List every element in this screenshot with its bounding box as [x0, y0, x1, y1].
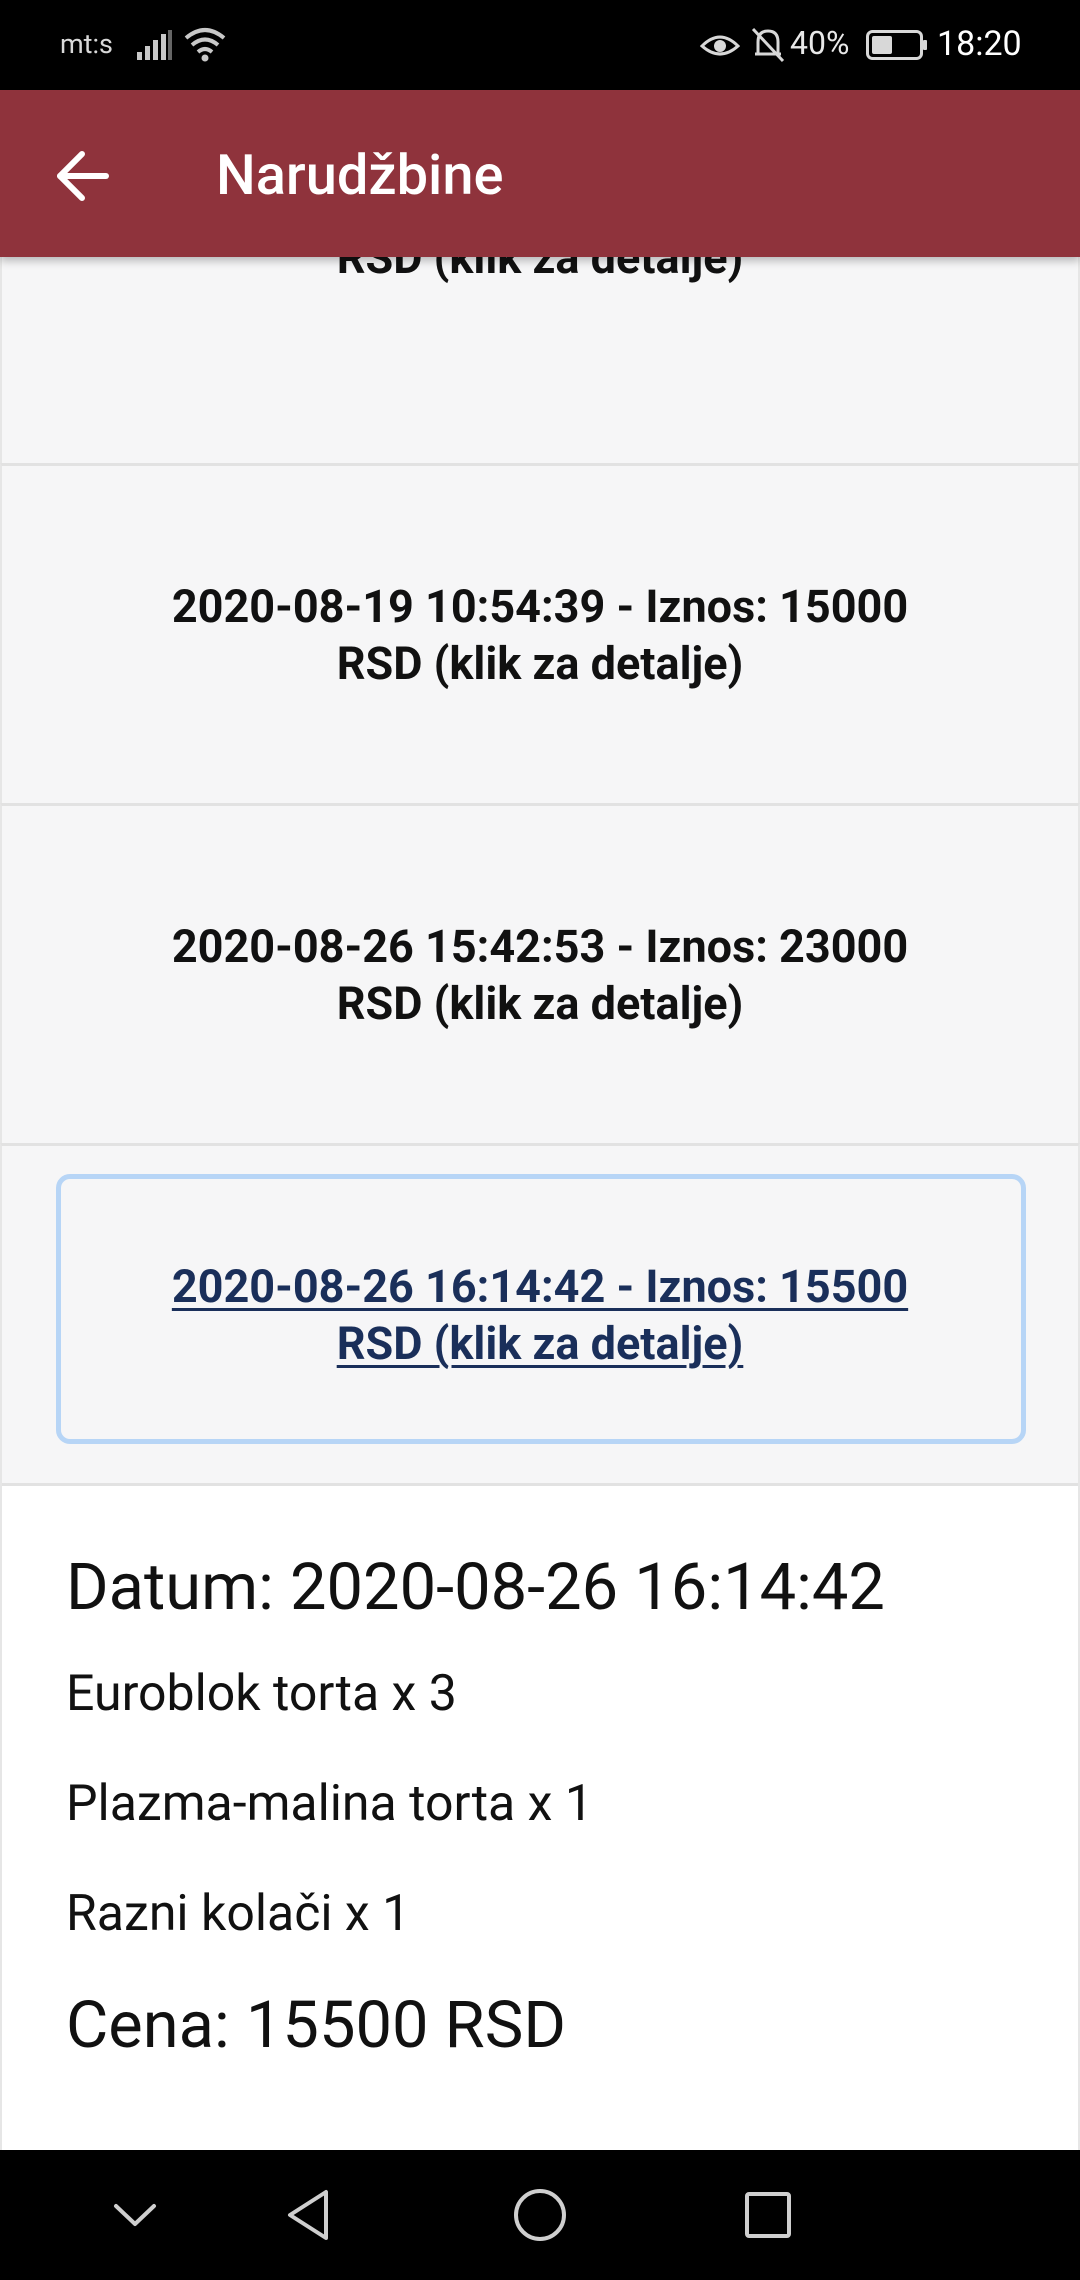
circle-home-icon[interactable] [512, 2150, 568, 2280]
system-nav-bar [0, 2150, 1080, 2280]
order-label: 2020-08-19 10:54:39 - Iznos: 15000 RSD (… [171, 579, 909, 690]
orders-list: RSD (klik za detalje) 2020-08-19 10:54:3… [0, 257, 1080, 1486]
order-label: RSD (klik za detalje) [336, 257, 744, 284]
square-recents-icon[interactable] [744, 2150, 792, 2280]
order-item[interactable]: RSD (klik za detalje) [0, 257, 1080, 463]
page-title: Narudžbine [216, 142, 504, 208]
cell-signal-icon [137, 30, 173, 64]
order-line-item: Euroblok torta x 3 [66, 1665, 457, 1723]
carrier-label: mt:s [60, 28, 113, 60]
wifi-icon [183, 26, 227, 68]
chevron-down-icon[interactable] [112, 2150, 158, 2280]
battery-icon [866, 30, 928, 64]
battery-percentage: 40% [790, 24, 850, 62]
status-bar: mt:s 40% 18:20 [0, 0, 1080, 90]
arrow-left-icon[interactable] [52, 146, 112, 210]
order-date: Datum: 2020-08-26 16:14:42 [66, 1549, 885, 1625]
order-item[interactable]: 2020-08-26 15:42:53 - Iznos: 23000 RSD (… [0, 803, 1080, 1143]
eye-comfort-icon [699, 30, 741, 64]
bell-muted-icon [750, 26, 786, 68]
triangle-back-icon[interactable] [284, 2150, 332, 2280]
orders-content[interactable]: RSD (klik za detalje) 2020-08-19 10:54:3… [0, 257, 1080, 2150]
clock: 18:20 [937, 24, 1022, 64]
order-price: Cena: 15500 RSD [66, 1987, 566, 2063]
order-line-item: Plazma-malina torta x 1 [66, 1775, 593, 1833]
app-bar: Narudžbine [0, 90, 1080, 257]
order-line-item: Razni kolači x 1 [66, 1885, 411, 1943]
order-label: 2020-08-26 15:42:53 - Iznos: 23000 RSD (… [171, 919, 909, 1030]
order-item[interactable]: 2020-08-19 10:54:39 - Iznos: 15000 RSD (… [0, 463, 1080, 803]
order-details: Datum: 2020-08-26 16:14:42 Euroblok tort… [0, 1407, 1080, 2150]
